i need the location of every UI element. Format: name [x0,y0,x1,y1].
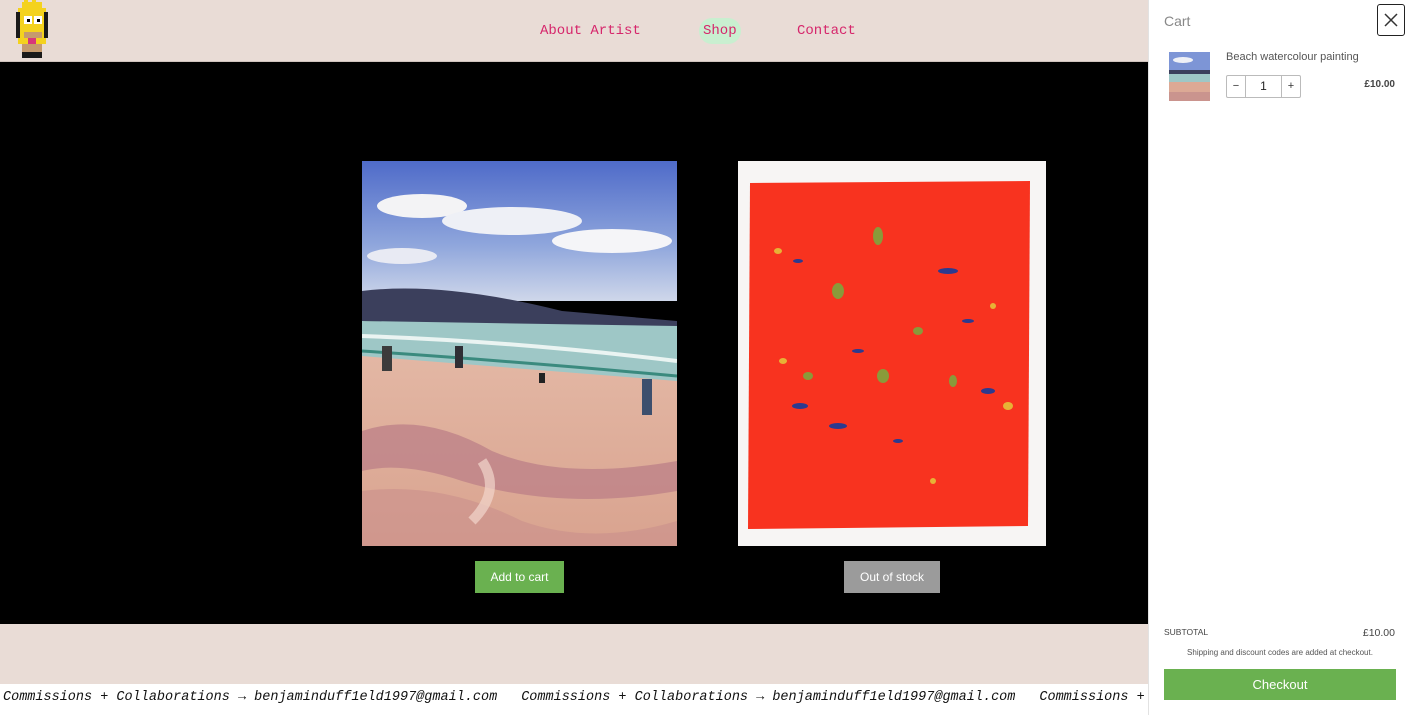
marquee-text[interactable]: Commissions + [1039,690,1144,705]
increase-quantity-button[interactable]: + [1281,76,1300,97]
footer-band [0,624,1148,684]
site-header: About Artist Shop Contact [0,0,1148,62]
close-cart-button[interactable] [1377,4,1405,36]
marquee-text[interactable]: Commissions + Collaborations → benjamind… [521,690,1015,705]
logo[interactable] [12,0,52,60]
cart-item-name: Beach watercolour painting [1226,51,1359,63]
nav-shop[interactable]: Shop [699,18,741,44]
red-abstract-painting-image[interactable] [738,161,1046,546]
contact-marquee: Commissions + Collaborations → benjamind… [0,684,1148,715]
cart-item-price: £10.00 [1364,79,1395,90]
nav-contact[interactable]: Contact [797,18,856,44]
beach-painting-image[interactable] [362,161,677,546]
decrease-quantity-button[interactable]: − [1227,76,1246,97]
cart-title: Cart [1164,13,1191,29]
cart-drawer: Cart Beach watercolour painting − 1 + £1… [1148,0,1410,715]
cart-item-thumbnail [1169,52,1210,101]
quantity-input[interactable]: 1 [1246,76,1281,97]
close-icon [1384,13,1398,27]
add-to-cart-button[interactable]: Add to cart [475,561,564,593]
marquee-text[interactable]: Commissions + Collaborations → benjamind… [3,690,497,705]
shipping-note: Shipping and discount codes are added at… [1187,648,1373,657]
pixel-character-logo-icon [16,0,48,58]
nav-about-artist[interactable]: About Artist [540,18,641,44]
subtotal-label: SUBTOTAL [1164,627,1209,637]
quantity-stepper: − 1 + [1226,75,1301,98]
checkout-button[interactable]: Checkout [1164,669,1396,700]
out-of-stock-button[interactable]: Out of stock [844,561,940,593]
subtotal-value: £10.00 [1362,627,1395,639]
marquee-track: Commissions + Collaborations → benjamind… [3,690,1148,705]
shop-gallery: Add to cart Out of stock [0,62,1148,624]
